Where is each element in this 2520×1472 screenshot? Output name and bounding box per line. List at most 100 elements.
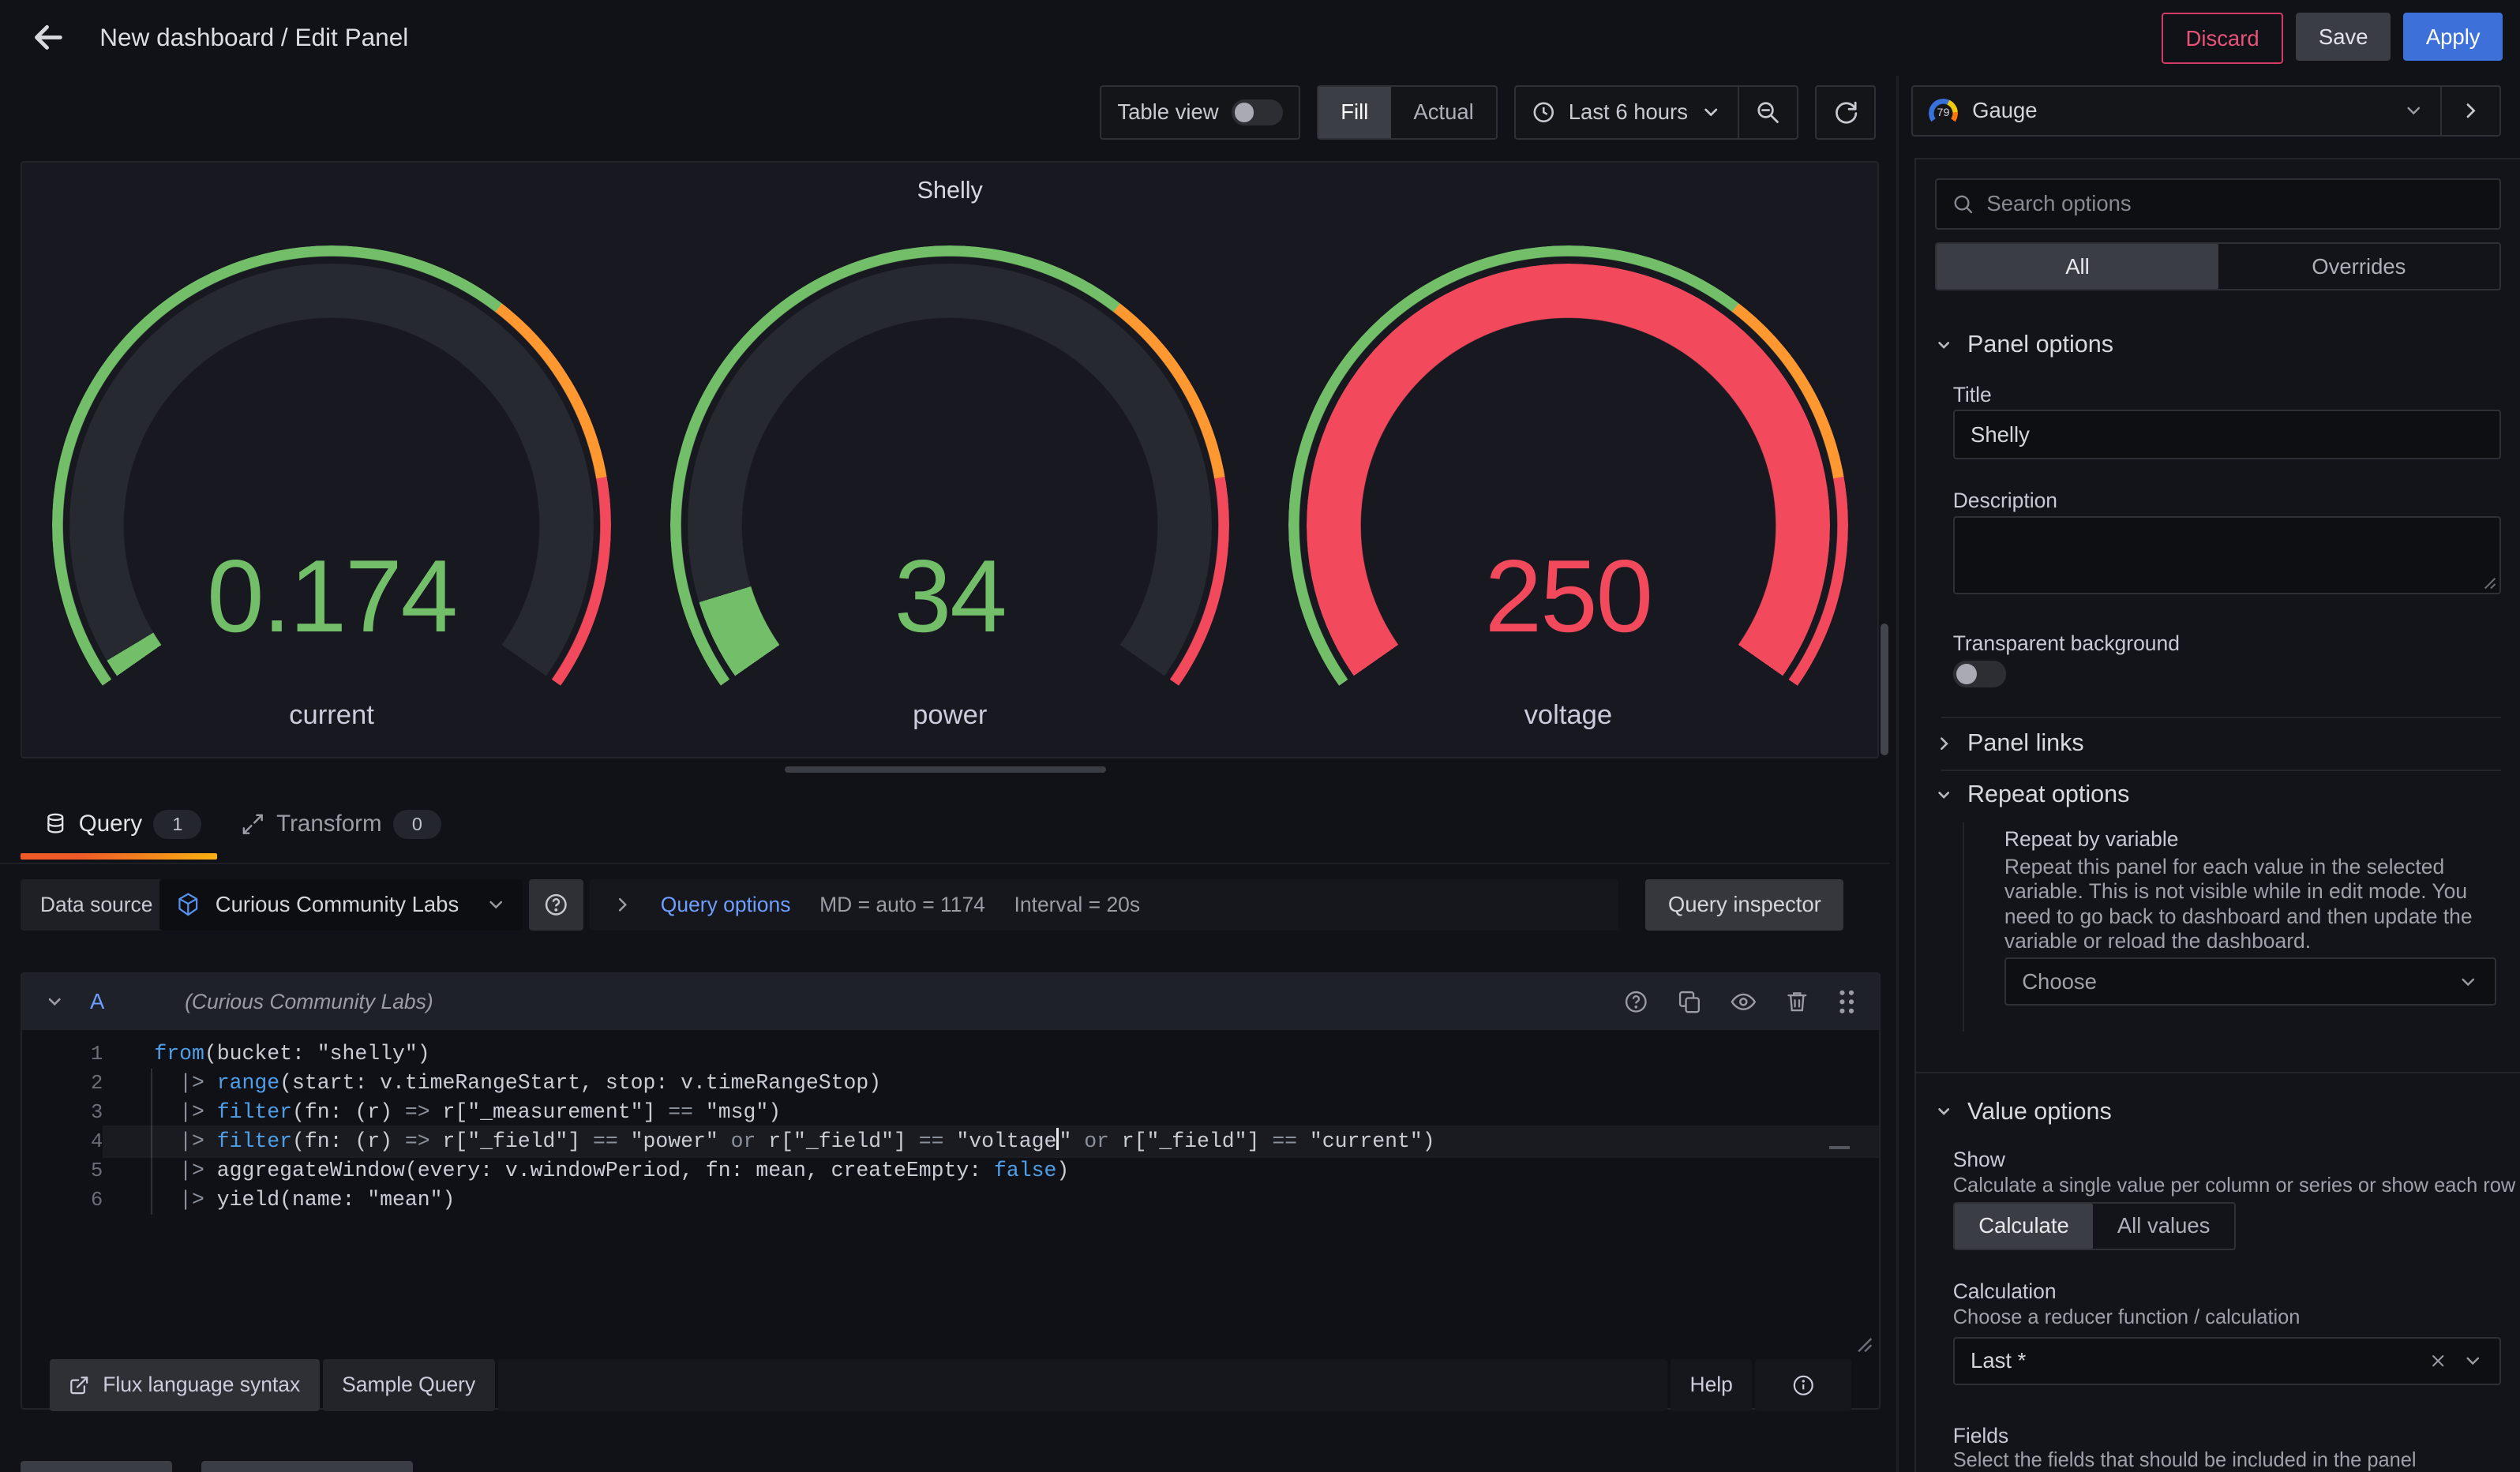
overview-ruler-mark bbox=[1829, 1146, 1850, 1149]
save-button[interactable]: Save bbox=[2296, 13, 2391, 61]
query-editor-header: A (Curious Community Labs) bbox=[22, 974, 1879, 1030]
clock-icon bbox=[1532, 100, 1556, 125]
tab-query-label: Query bbox=[79, 811, 142, 837]
time-range-label: Last 6 hours bbox=[1569, 99, 1688, 125]
gauge-value-text: 250 bbox=[1288, 545, 1848, 647]
sample-query-button[interactable]: Sample Query bbox=[323, 1359, 495, 1410]
all-overrides-tabs: All Overrides bbox=[1935, 242, 2501, 290]
tab-transform[interactable]: Transform 0 bbox=[241, 788, 441, 862]
flux-syntax-button[interactable]: Flux language syntax bbox=[50, 1359, 320, 1410]
divider bbox=[1941, 717, 2501, 718]
panel-resize-handle[interactable] bbox=[785, 766, 1106, 773]
time-range-picker[interactable]: Last 6 hours bbox=[1516, 87, 1738, 138]
show-mode-segmented: Calculate All values bbox=[1953, 1202, 2236, 1250]
main-scrollbar-thumb[interactable] bbox=[1881, 624, 1888, 755]
query-datasource-subtitle: (Curious Community Labs) bbox=[185, 990, 1607, 1014]
panel-title-input[interactable] bbox=[1953, 410, 2501, 459]
discard-button[interactable]: Discard bbox=[2162, 13, 2283, 64]
back-arrow-icon[interactable] bbox=[26, 15, 71, 60]
transform-count-badge: 0 bbox=[393, 810, 441, 839]
options-search-input[interactable]: Search options bbox=[1935, 178, 2501, 230]
transparent-background-label: Transparent background bbox=[1953, 631, 2180, 656]
help-circle-icon[interactable] bbox=[1623, 989, 1649, 1015]
divider bbox=[1941, 770, 2501, 771]
visualization-picker[interactable]: 79 Gauge bbox=[1913, 87, 2440, 135]
panel-description-textarea[interactable] bbox=[1953, 516, 2501, 595]
section-value-options[interactable]: Value options bbox=[1935, 1098, 2111, 1126]
gauge-value-text: 0.174 bbox=[52, 545, 612, 647]
code-lines: 1from(bucket: "shelly")2 |> range(start:… bbox=[22, 1039, 1879, 1215]
section-panel-options[interactable]: Panel options bbox=[1935, 331, 2113, 358]
editor-resize-corner-icon[interactable] bbox=[1857, 1337, 1873, 1353]
database-icon bbox=[43, 812, 68, 837]
grafana-edit-panel-screen: New dashboard / Edit Panel Discard Save … bbox=[0, 0, 2520, 1472]
all-values-segment[interactable]: All values bbox=[2093, 1204, 2234, 1249]
collapse-query-chevron-icon[interactable] bbox=[45, 992, 64, 1011]
chevron-down-icon bbox=[1701, 102, 1721, 122]
eye-icon[interactable] bbox=[1730, 988, 1757, 1016]
calculation-label: Calculation bbox=[1953, 1279, 2057, 1304]
add-expression-button-cropped[interactable] bbox=[201, 1461, 414, 1472]
repeat-by-variable-description: Repeat this panel for each value in the … bbox=[2004, 855, 2506, 953]
section-repeat-options[interactable]: Repeat options bbox=[1935, 781, 2129, 808]
fields-description: Select the fields that should be include… bbox=[1953, 1449, 2417, 1472]
calculate-segment[interactable]: Calculate bbox=[1955, 1204, 2094, 1249]
datasource-help-button[interactable] bbox=[529, 879, 583, 931]
tab-all[interactable]: All bbox=[1937, 244, 2218, 289]
gauge-label: current bbox=[22, 700, 640, 731]
table-view-toggle[interactable] bbox=[1232, 99, 1283, 125]
query-tabs-row: Query 1 Transform 0 bbox=[0, 788, 1890, 865]
query-count-badge: 1 bbox=[153, 810, 201, 839]
tab-query[interactable]: Query 1 bbox=[43, 788, 201, 862]
chevron-down-icon bbox=[2462, 1350, 2483, 1371]
visualization-picker-row: 79 Gauge bbox=[1911, 85, 2501, 137]
flux-code-editor[interactable]: 1from(bucket: "shelly")2 |> range(start:… bbox=[22, 1030, 1879, 1359]
clear-x-icon[interactable] bbox=[2428, 1351, 2447, 1370]
gauge-viz-icon: 79 bbox=[1929, 99, 1958, 123]
external-link-icon bbox=[69, 1375, 89, 1395]
actual-segment[interactable]: Actual bbox=[1391, 87, 1496, 138]
apply-button[interactable]: Apply bbox=[2403, 13, 2503, 61]
query-actions bbox=[1623, 988, 1856, 1016]
fill-actual-group: Fill Actual bbox=[1317, 85, 1498, 140]
visualization-name: Gauge bbox=[1972, 98, 2388, 123]
options-search-placeholder: Search options bbox=[1986, 191, 2131, 216]
add-query-button-cropped[interactable] bbox=[21, 1461, 171, 1472]
duplicate-icon[interactable] bbox=[1677, 989, 1703, 1015]
refresh-button[interactable] bbox=[1817, 87, 1874, 138]
tab-overrides[interactable]: Overrides bbox=[2218, 244, 2499, 289]
interval-info: Interval = 20s bbox=[1014, 893, 1141, 917]
active-tab-underline bbox=[21, 853, 216, 860]
flux-syntax-label: Flux language syntax bbox=[103, 1373, 300, 1397]
query-options-toggle[interactable]: Query options bbox=[661, 893, 791, 917]
code-line: 5 |> aggregateWindow(every: v.windowPeri… bbox=[22, 1156, 1879, 1185]
panel-preview: Shelly 0.174current34power250voltage bbox=[21, 161, 1879, 758]
show-description: Calculate a single value per column or s… bbox=[1953, 1174, 2516, 1197]
fill-segment[interactable]: Fill bbox=[1318, 87, 1391, 138]
datasource-row: Data source Curious Community Labs Query… bbox=[0, 879, 1890, 931]
gauge-voltage: 250voltage bbox=[1259, 211, 1877, 757]
drag-grip-icon[interactable] bbox=[1837, 988, 1856, 1016]
trash-icon[interactable] bbox=[1784, 989, 1810, 1015]
gauge-row: 0.174current34power250voltage bbox=[22, 211, 1877, 757]
zoom-out-button[interactable] bbox=[1739, 87, 1797, 138]
top-bar: New dashboard / Edit Panel Discard Save … bbox=[0, 0, 2520, 76]
datasource-picker[interactable]: Curious Community Labs bbox=[159, 879, 523, 931]
repeat-variable-select[interactable]: Choose bbox=[2004, 957, 2496, 1006]
code-line: 4 |> filter(fn: (r) => r["_field"] == "p… bbox=[22, 1127, 1879, 1156]
zoom-out-icon bbox=[1755, 99, 1781, 125]
help-button[interactable]: Help bbox=[1671, 1359, 1752, 1410]
collapse-options-pane-button[interactable] bbox=[2440, 87, 2499, 135]
transparent-background-toggle[interactable] bbox=[1953, 661, 2006, 688]
chevron-down-icon bbox=[2403, 100, 2424, 121]
time-range-group: Last 6 hours bbox=[1514, 85, 1799, 140]
query-inspector-button[interactable]: Query inspector bbox=[1645, 879, 1843, 931]
info-button[interactable] bbox=[1755, 1359, 1851, 1410]
section-indent-guide bbox=[1963, 822, 1964, 1032]
tab-transform-label: Transform bbox=[276, 811, 381, 837]
page-title: New dashboard / Edit Panel bbox=[99, 23, 408, 52]
calculation-select[interactable]: Last * bbox=[1953, 1337, 2501, 1385]
section-panel-links[interactable]: Panel links bbox=[1935, 729, 2083, 757]
gauge-label: power bbox=[641, 700, 1259, 731]
query-options-bar: Query options MD = auto = 1174 Interval … bbox=[590, 879, 1618, 931]
